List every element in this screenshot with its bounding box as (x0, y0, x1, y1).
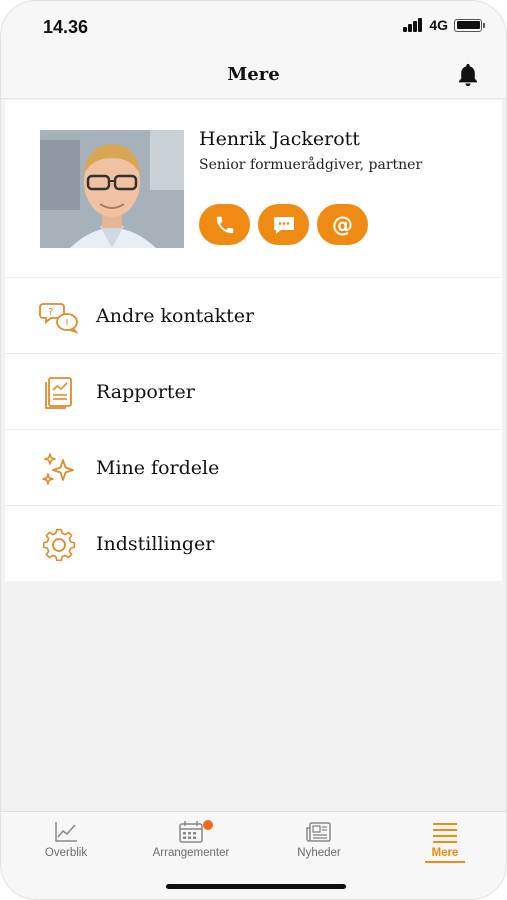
tab-label: Mere (431, 847, 459, 859)
newspaper-icon (306, 822, 331, 842)
avatar (40, 130, 184, 248)
menu-item-label: Indstillinger (96, 533, 215, 555)
email-button[interactable]: @ (317, 204, 368, 245)
message-button[interactable] (258, 204, 309, 245)
status-time: 14.36 (43, 17, 89, 37)
network-label: 4G (429, 17, 448, 33)
menu-item-label: Andre kontakter (96, 304, 255, 327)
contact-card: Henrik Jackerott Senior formuerådgiver, … (5, 100, 502, 278)
tab-label: Nyheder (297, 847, 341, 859)
contact-role: Senior formuerådgiver, partner (199, 157, 423, 173)
menu-item-label: Rapporter (96, 380, 195, 403)
status-bar: 14.36 4G (1, 1, 506, 51)
menu-icon (433, 823, 457, 843)
menu-item-indstillinger[interactable]: Indstillinger (5, 506, 502, 582)
home-indicator[interactable] (166, 884, 346, 889)
tab-label: Arrangementer (152, 847, 230, 859)
menu-item-rapporter[interactable]: Rapporter (5, 354, 502, 430)
svg-text:!: ! (65, 318, 69, 329)
page-title: Mere (227, 64, 280, 85)
menu-item-label: Mine fordele (96, 456, 220, 479)
gear-icon (42, 528, 76, 562)
tab-arrangementer[interactable]: Arrangementer (136, 820, 246, 859)
sparkle-icon (42, 453, 74, 485)
contact-actions: @ (199, 204, 368, 245)
status-indicators: 4G (403, 17, 485, 33)
content-panel: Henrik Jackerott Senior formuerådgiver, … (5, 100, 502, 581)
at-icon: @ (332, 212, 353, 237)
tab-label: Overblik (44, 847, 88, 859)
battery-icon (454, 18, 485, 32)
svg-text:?: ? (48, 307, 53, 318)
phone-icon (216, 216, 233, 233)
tab-nyheder[interactable]: Nyheder (264, 820, 374, 859)
contact-name: Henrik Jackerott (199, 128, 360, 150)
active-tab-indicator (425, 861, 465, 863)
tab-overblik[interactable]: Overblik (11, 820, 121, 859)
message-icon (273, 216, 294, 234)
header: Mere (1, 51, 506, 99)
chart-icon (55, 822, 77, 842)
menu-item-mine-fordele[interactable]: Mine fordele (5, 430, 502, 506)
contacts-icon: ? ! (39, 303, 79, 334)
phone-screen: 14.36 4G Mere Henrik Jackerott Senior fo… (0, 0, 507, 900)
notification-badge (203, 820, 213, 830)
bell-icon[interactable] (454, 61, 482, 89)
signal-icon (403, 18, 423, 32)
reports-icon (45, 377, 72, 409)
menu-item-andre-kontakter[interactable]: ? ! Andre kontakter (5, 278, 502, 354)
call-button[interactable] (199, 204, 250, 245)
calendar-icon (179, 821, 203, 843)
tab-mere[interactable]: Mere (390, 820, 500, 863)
